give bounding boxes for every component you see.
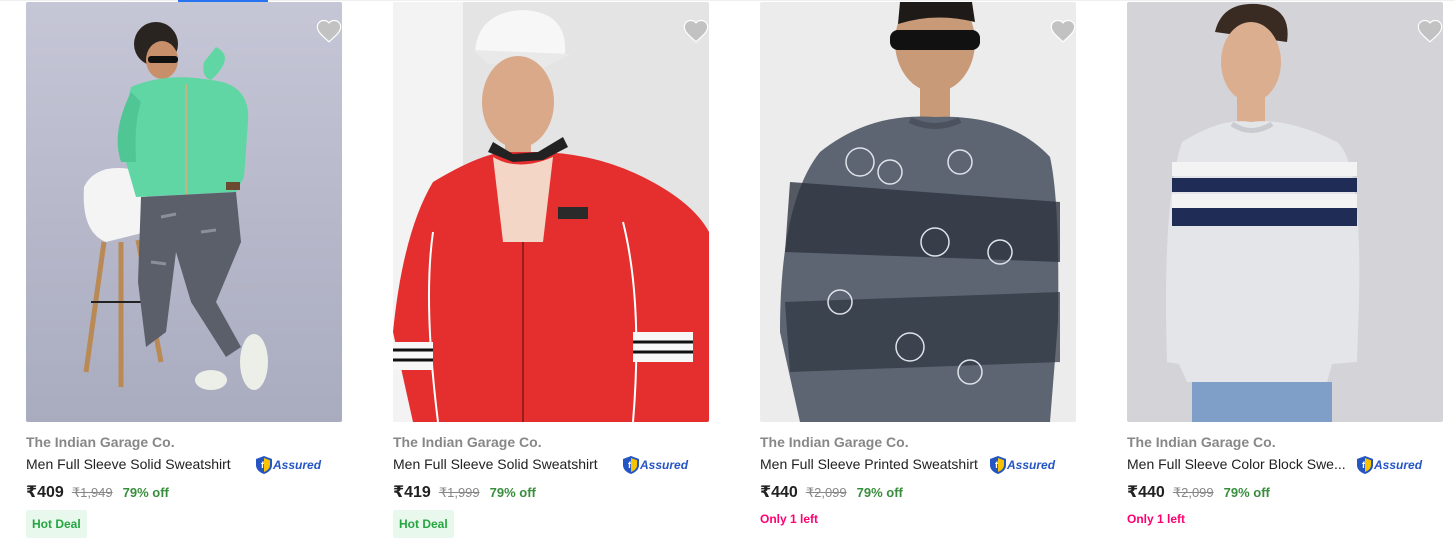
stock-warning: Only 1 left <box>1127 512 1186 526</box>
product-card[interactable]: The Indian Garage Co. Men Full Sleeve Co… <box>1127 2 1447 542</box>
selling-price: ₹440 <box>760 484 798 501</box>
selling-price: ₹440 <box>1127 484 1165 501</box>
original-price: ₹2,099 <box>805 485 847 500</box>
product-title[interactable]: Men Full Sleeve Solid Sweatshirt <box>26 456 231 472</box>
discount-percent: 79% off <box>489 485 536 500</box>
assured-badge: f Assured <box>623 455 688 475</box>
assured-label: Assured <box>640 458 689 472</box>
product-brand: The Indian Garage Co. <box>760 434 909 450</box>
product-card[interactable]: The Indian Garage Co. Men Full Sleeve So… <box>26 2 346 542</box>
product-image[interactable] <box>760 2 1076 422</box>
price-row: ₹419 ₹1,999 79% off <box>393 482 536 502</box>
product-title[interactable]: Men Full Sleeve Solid Sweatshirt <box>393 456 598 472</box>
stock-warning: Only 1 left <box>760 512 819 526</box>
product-image[interactable] <box>1127 2 1443 422</box>
product-brand: The Indian Garage Co. <box>1127 434 1276 450</box>
assured-label: Assured <box>1007 458 1056 472</box>
assured-shield-icon: f <box>256 456 272 474</box>
selling-price: ₹419 <box>393 484 431 501</box>
assured-badge: f Assured <box>990 455 1055 475</box>
original-price: ₹1,999 <box>438 485 480 500</box>
wishlist-button[interactable] <box>314 16 344 46</box>
discount-percent: 79% off <box>856 485 903 500</box>
product-title[interactable]: Men Full Sleeve Printed Sweatshirt <box>760 456 978 472</box>
original-price: ₹1,949 <box>71 485 113 500</box>
product-image[interactable] <box>26 2 342 422</box>
assured-label: Assured <box>273 458 322 472</box>
assured-shield-icon: f <box>990 456 1006 474</box>
hot-deal-badge: Hot Deal <box>393 510 454 538</box>
product-brand: The Indian Garage Co. <box>393 434 542 450</box>
heart-icon <box>1050 19 1076 43</box>
assured-badge: f Assured <box>256 455 321 475</box>
product-card[interactable]: The Indian Garage Co. Men Full Sleeve So… <box>393 2 713 542</box>
heart-icon <box>683 19 709 43</box>
heart-icon <box>1417 19 1443 43</box>
assured-label: Assured <box>1374 458 1423 472</box>
heart-icon <box>316 19 342 43</box>
assured-shield-icon: f <box>623 456 639 474</box>
hot-deal-badge: Hot Deal <box>26 510 87 538</box>
original-price: ₹2,099 <box>1172 485 1214 500</box>
selling-price: ₹409 <box>26 484 64 501</box>
discount-percent: 79% off <box>122 485 169 500</box>
discount-percent: 79% off <box>1223 485 1270 500</box>
product-title[interactable]: Men Full Sleeve Color Block Swe... <box>1127 456 1346 472</box>
product-card[interactable]: The Indian Garage Co. Men Full Sleeve Pr… <box>760 2 1080 542</box>
wishlist-button[interactable] <box>681 16 711 46</box>
wishlist-button[interactable] <box>1048 16 1078 46</box>
price-row: ₹409 ₹1,949 79% off <box>26 482 169 502</box>
assured-badge: f Assured <box>1357 455 1422 475</box>
product-image[interactable] <box>393 2 709 422</box>
assured-shield-icon: f <box>1357 456 1373 474</box>
product-brand: The Indian Garage Co. <box>26 434 175 450</box>
price-row: ₹440 ₹2,099 79% off <box>1127 482 1270 502</box>
wishlist-button[interactable] <box>1415 16 1445 46</box>
price-row: ₹440 ₹2,099 79% off <box>760 482 903 502</box>
